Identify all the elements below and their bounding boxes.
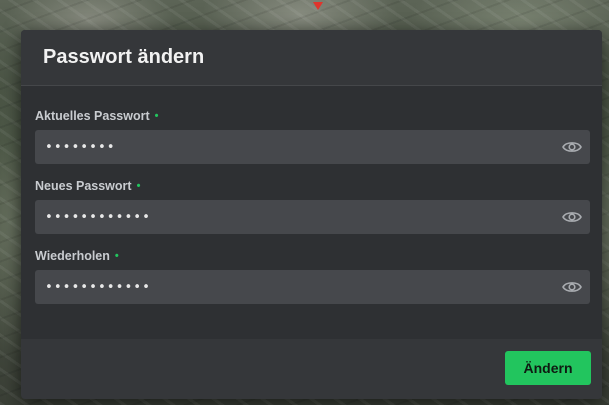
- dialog-footer: Ändern: [21, 339, 602, 399]
- current-password-input[interactable]: [35, 130, 590, 164]
- required-indicator: •: [136, 180, 141, 192]
- repeat-password-input[interactable]: [35, 270, 590, 304]
- eye-icon[interactable]: [562, 278, 582, 296]
- new-password-field: Neues Passwort •: [35, 178, 590, 234]
- map-marker-icon: [313, 2, 323, 10]
- required-indicator: •: [154, 110, 159, 122]
- new-password-input[interactable]: [35, 200, 590, 234]
- submit-button[interactable]: Ändern: [505, 351, 591, 385]
- required-indicator: •: [114, 250, 119, 262]
- dialog-title: Passwort ändern: [43, 46, 205, 68]
- new-password-label: Neues Passwort •: [35, 179, 141, 193]
- repeat-password-label: Wiederholen •: [35, 249, 119, 263]
- eye-icon[interactable]: [562, 138, 582, 156]
- eye-icon[interactable]: [562, 208, 582, 226]
- current-password-field: Aktuelles Passwort •: [35, 108, 590, 164]
- repeat-password-field: Wiederholen •: [35, 248, 590, 304]
- dialog-body: Aktuelles Passwort • Neues Passwort •: [21, 86, 602, 338]
- change-password-dialog: Passwort ändern Aktuelles Passwort • Neu…: [21, 30, 602, 399]
- current-password-label: Aktuelles Passwort •: [35, 109, 159, 123]
- dialog-header: Passwort ändern: [21, 30, 602, 86]
